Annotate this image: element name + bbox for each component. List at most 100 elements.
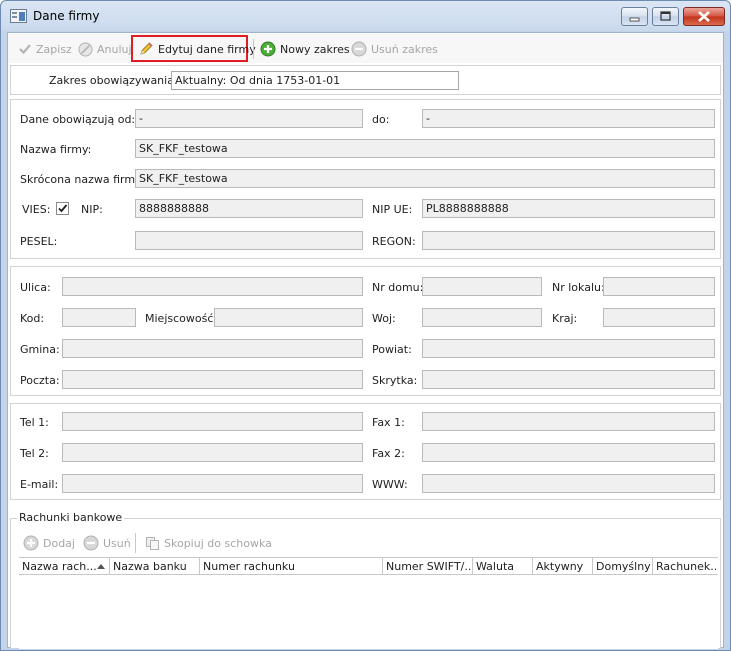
short-name-label: Skrócona nazwa firmy: [20,173,145,186]
company-name-label: Nazwa firmy: [20,143,92,156]
remove-account-label: Usuń [103,536,131,550]
column-active[interactable]: Aktywny [533,558,593,574]
tel2-field[interactable] [62,443,363,462]
accounts-grid-body[interactable] [19,575,718,649]
vies-checkbox[interactable] [56,202,69,215]
regon-field[interactable] [422,231,715,250]
column-account-type[interactable]: Rachunek... [653,558,718,574]
delete-range-button[interactable]: Usuń zakres [351,40,438,58]
delete-range-label: Usuń zakres [371,42,438,56]
column-bank-name[interactable]: Nazwa banku [110,558,200,574]
email-label: E-mail: [20,478,59,491]
column-account-name[interactable]: Nazwa rach... [19,558,110,574]
county-field[interactable] [422,339,715,358]
close-icon [698,11,710,22]
post-office-label: Poczta: [20,374,60,387]
email-field[interactable] [62,474,363,493]
scope-select[interactable]: Aktualny: Od dnia 1753-01-01 [171,71,459,90]
regon-label: REGON: [372,235,416,248]
tel1-field[interactable] [62,412,363,431]
short-name-field[interactable]: SK_FKF_testowa [135,169,715,188]
column-currency[interactable]: Waluta [473,558,533,574]
city-field[interactable] [214,308,363,327]
checkmark-icon [19,44,31,55]
apartment-number-label: Nr lokalu: [552,281,605,294]
valid-to-field[interactable]: - [422,109,715,128]
content-area: Zapisz Anuluj Edytuj dane firmy Nowy zak… [7,32,724,649]
add-circle-icon [260,41,276,57]
cancel-label: Anuluj [97,42,132,56]
pesel-field[interactable] [135,231,363,250]
app-icon [10,9,27,23]
new-range-button[interactable]: Nowy zakres [260,40,350,58]
province-label: Woj: [372,312,396,325]
commune-label: Gmina: [20,343,60,356]
close-button[interactable] [683,7,725,26]
copy-icon [146,536,159,550]
street-field[interactable] [62,277,363,296]
tel2-label: Tel 2: [20,447,49,460]
fax2-label: Fax 2: [372,447,405,460]
edit-company-button[interactable]: Edytuj dane firmy [138,40,256,58]
address-panel: Ulica: Nr domu: Nr lokalu: Kod: Miejscow… [10,266,721,396]
add-account-label: Dodaj [43,536,75,550]
apartment-number-field[interactable] [603,277,715,296]
www-field[interactable] [422,474,715,493]
add-account-button[interactable]: Dodaj [23,534,75,552]
toolbar-separator [253,39,254,59]
minimize-button[interactable] [621,7,648,26]
fax1-label: Fax 1: [372,416,405,429]
post-office-field[interactable] [62,370,363,389]
city-label: Miejscowość: [145,312,218,325]
cancel-icon [78,42,93,56]
fax2-field[interactable] [422,443,715,462]
valid-from-label: Dane obowiązują od: [20,113,136,126]
county-label: Powiat: [372,343,412,356]
postal-code-label: Kod: [20,312,45,325]
window-title: Dane firmy [33,9,100,23]
new-range-label: Nowy zakres [280,42,350,56]
valid-from-field[interactable]: - [135,109,363,128]
company-name-field[interactable]: SK_FKF_testowa [135,139,715,158]
company-panel: Dane obowiązują od: - do: - Nazwa firmy:… [10,99,721,259]
po-box-label: Skrytka: [372,374,418,387]
scope-label: Zakres obowiązywania [49,74,174,87]
window: Dane firmy Zapisz Anuluj Edytuj dane fir… [0,0,731,651]
save-label: Zapisz [36,42,72,56]
commune-field[interactable] [62,339,363,358]
toolbar-separator [135,533,136,553]
bank-accounts-title: Rachunki bankowe [17,511,125,524]
vies-label: VIES: [22,203,51,216]
maximize-button[interactable] [652,7,679,26]
province-field[interactable] [422,308,542,327]
column-account-number[interactable]: Numer rachunku [200,558,383,574]
remove-account-button[interactable]: Usuń [83,534,131,552]
pesel-label: PESEL: [20,235,58,248]
minimize-icon [629,17,640,22]
sort-ascending-icon [97,564,105,569]
house-number-field[interactable] [422,277,542,296]
accounts-grid-header: Nazwa rach... Nazwa banku Numer rachunku… [19,557,718,575]
copy-to-clipboard-button[interactable]: Skopiuj do schowka [145,534,272,552]
column-default[interactable]: Domyślny [593,558,653,574]
pencil-icon [140,42,153,55]
fax1-field[interactable] [422,412,715,431]
nip-field[interactable]: 8888888888 [135,199,363,218]
house-number-label: Nr domu: [372,281,424,294]
contact-panel: Tel 1: Fax 1: Tel 2: Fax 2: E-mail: WWW: [10,403,721,500]
save-button[interactable]: Zapisz [18,40,72,58]
scope-panel: Zakres obowiązywania Aktualny: Od dnia 1… [10,65,721,95]
po-box-field[interactable] [422,370,715,389]
postal-code-field[interactable] [62,308,136,327]
title-bar: Dane firmy [1,1,730,31]
cancel-button[interactable]: Anuluj [78,40,132,58]
copy-to-clipboard-label: Skopiuj do schowka [164,536,272,550]
tel1-label: Tel 1: [20,416,49,429]
street-label: Ulica: [20,281,51,294]
nip-ue-field[interactable]: PL8888888888 [422,199,715,218]
checkmark-icon [58,204,68,213]
add-circle-icon [23,535,39,551]
country-field[interactable] [603,308,715,327]
column-swift[interactable]: Numer SWIFT/... [383,558,473,574]
remove-circle-icon [83,535,99,551]
